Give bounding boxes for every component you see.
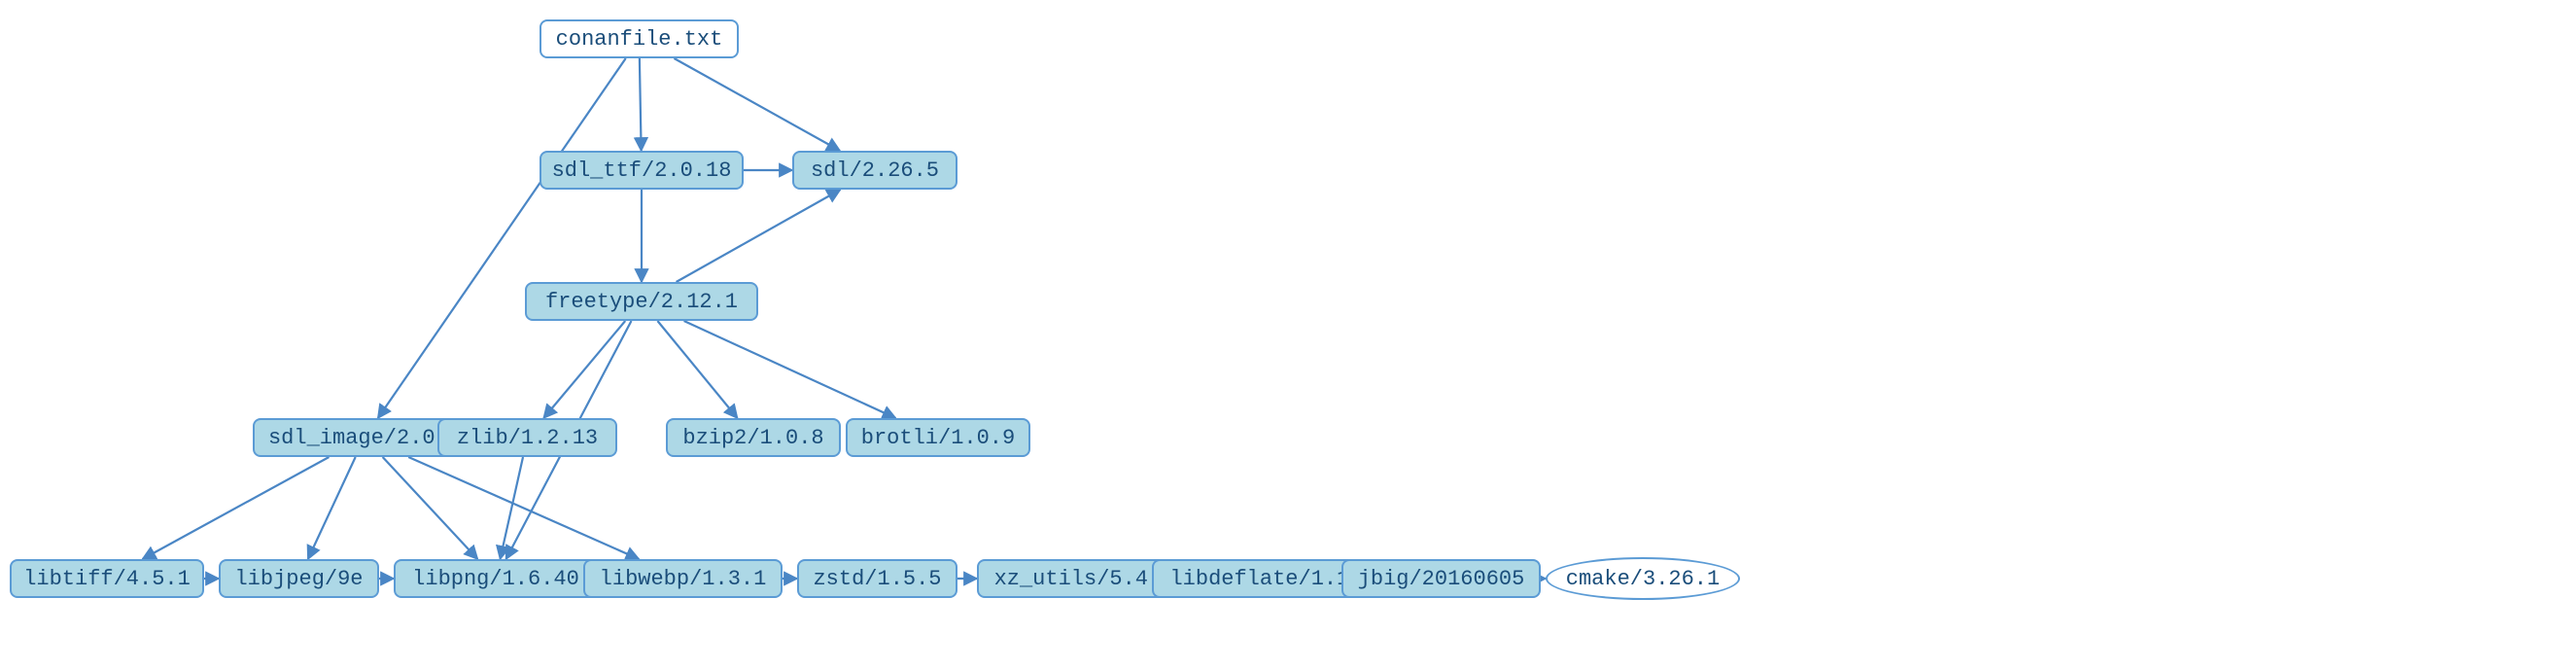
node-libwebp: libwebp/1.3.1 xyxy=(583,559,783,598)
node-conanfile: conanfile.txt xyxy=(540,19,739,58)
edge-freetype-to-zlib xyxy=(543,321,625,418)
node-libjpeg: libjpeg/9e xyxy=(219,559,379,598)
node-jbig: jbig/20160605 xyxy=(1341,559,1541,598)
edge-sdl_image-to-libjpeg xyxy=(308,457,356,559)
edge-conanfile-to-sdl_image xyxy=(378,58,626,418)
node-zlib: zlib/1.2.13 xyxy=(437,418,617,457)
edge-zlib-to-libpng xyxy=(500,457,523,559)
node-libtiff: libtiff/4.5.1 xyxy=(10,559,204,598)
edge-sdl_image-to-libtiff xyxy=(143,457,330,559)
node-zstd: zstd/1.5.5 xyxy=(797,559,957,598)
node-cmake: cmake/3.26.1 xyxy=(1546,557,1740,600)
node-sdl_ttf: sdl_ttf/2.0.18 xyxy=(540,151,744,190)
edge-sdl_image-to-libpng xyxy=(383,457,478,559)
node-bzip2: bzip2/1.0.8 xyxy=(666,418,841,457)
edge-conanfile-to-sdl_ttf xyxy=(640,58,642,151)
node-libpng: libpng/1.6.40 xyxy=(394,559,598,598)
node-freetype: freetype/2.12.1 xyxy=(525,282,758,321)
node-sdl: sdl/2.26.5 xyxy=(792,151,957,190)
edge-sdl_image-to-libwebp xyxy=(408,457,639,559)
edge-freetype-to-brotli xyxy=(684,321,896,418)
edge-freetype-to-sdl xyxy=(677,190,841,282)
edge-conanfile-to-sdl xyxy=(674,58,840,151)
node-brotli: brotli/1.0.9 xyxy=(846,418,1030,457)
edge-freetype-to-bzip2 xyxy=(657,321,737,418)
